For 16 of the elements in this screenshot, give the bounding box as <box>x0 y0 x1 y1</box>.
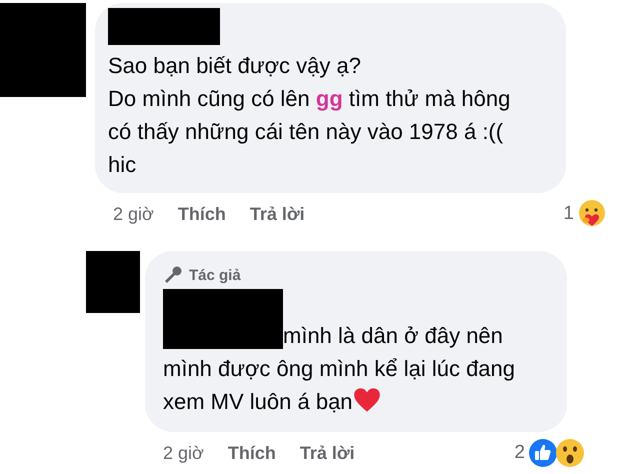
comment-text: mình là dân ở đây nên mình được ông mình kể lại lúc đang xem MV luôn á bạn <box>163 323 516 414</box>
reply-link[interactable]: Trả lời <box>250 204 305 224</box>
thumbs-up-icon[interactable] <box>528 438 558 468</box>
comment-time[interactable]: 2 giờ <box>163 442 204 464</box>
microphone-icon <box>163 265 183 285</box>
like-link[interactable]: Thích <box>228 442 276 464</box>
reaction-count: 2 <box>514 442 525 464</box>
surprised-emoji-icon[interactable] <box>555 438 585 468</box>
reaction-count: 1 <box>563 203 574 225</box>
hug-emoji-icon[interactable] <box>577 199 607 229</box>
like-link[interactable]: Thích <box>178 204 226 224</box>
redacted-avatar <box>86 251 140 313</box>
comment-text: Sao bạn biết được vậy ạ? Do mình cũng có lên gg tìm thử mà hông có thấy những cái tên này vào 1978 á :(( hic <box>108 53 510 177</box>
comment-time[interactable]: 2 giờ <box>113 204 154 224</box>
reply-link[interactable]: Trả lời <box>300 442 355 464</box>
author-label: Tác giả <box>189 266 241 284</box>
